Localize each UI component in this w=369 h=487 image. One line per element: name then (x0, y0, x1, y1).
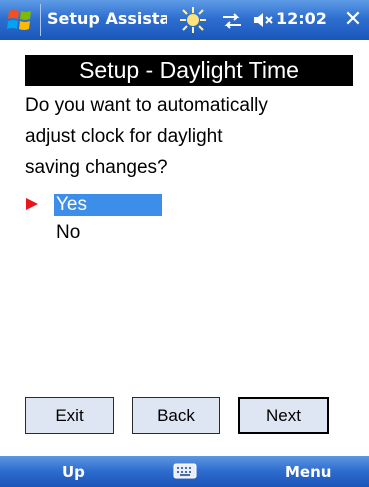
exit-button[interactable]: Exit (25, 397, 114, 434)
close-button[interactable]: ✕ (341, 8, 365, 32)
selection-arrow-icon (25, 196, 39, 210)
back-button[interactable]: Back (132, 397, 220, 434)
question-line: adjust clock for daylight (25, 126, 223, 147)
volume-muted-icon[interactable] (253, 11, 275, 29)
question-line: Do you want to automatically (25, 95, 268, 116)
option-no[interactable]: No (54, 222, 162, 244)
question-text: Do you want to automatically adjust cloc… (25, 90, 345, 183)
up-softkey[interactable]: Up (62, 463, 85, 481)
keyboard-icon[interactable] (173, 462, 197, 480)
daylight-sun-icon[interactable] (178, 5, 208, 35)
title-bar: Setup Assistant 12:02 ✕ (0, 0, 369, 40)
menu-softkey[interactable]: Menu (285, 463, 331, 481)
window-title: Setup Assistant (47, 9, 167, 28)
title-separator (40, 4, 41, 36)
next-button[interactable]: Next (238, 397, 329, 434)
question-line: saving changes? (25, 157, 168, 178)
soft-key-bar: Up Menu (0, 456, 369, 487)
option-yes[interactable]: Yes (54, 194, 162, 216)
connectivity-icon[interactable] (220, 9, 244, 33)
clock[interactable]: 12:02 (276, 9, 327, 28)
page-title: Setup - Daylight Time (25, 55, 353, 86)
windows-start-icon[interactable] (6, 7, 34, 33)
